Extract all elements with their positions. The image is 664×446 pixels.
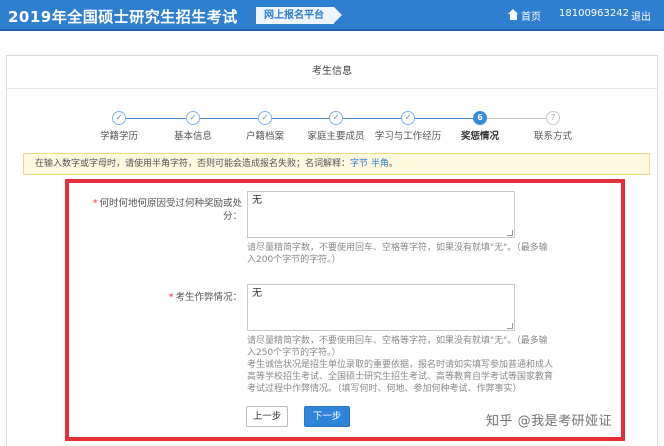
step-7-number: 7 (546, 111, 560, 125)
step-2-check-icon: ✓ (186, 111, 200, 125)
panel-title: 考生信息 (7, 56, 657, 89)
step-connector (272, 118, 329, 119)
step-label-awards: 奖惩情况 (460, 131, 500, 142)
user-phone: 18100963242 (559, 8, 629, 19)
watermark: 知乎 @我是考研娅证 (486, 414, 613, 429)
step-3-check-icon: ✓ (258, 111, 272, 125)
term-byte-link[interactable]: 字节 (350, 159, 368, 169)
step-4-check-icon: ✓ (329, 111, 343, 125)
site-title: 2019年全国硕士研究生招生考试 (8, 8, 238, 26)
step-connector (200, 118, 258, 119)
nav-home-link[interactable]: 首页 (508, 8, 541, 23)
progress-steps: ✓ ✓ ✓ ✓ ✓ 6 7 学籍学历 基本信息 户籍档案 家庭主要成员 学习与工… (7, 111, 659, 142)
logout-link[interactable]: 退出 (631, 8, 651, 23)
step-label-contact: 联系方式 (533, 131, 573, 142)
notice-end: 。 (388, 159, 398, 169)
step-connector (343, 118, 401, 119)
step-1-check-icon: ✓ (112, 111, 126, 125)
nav-home-label: 首页 (521, 12, 541, 23)
step-label-experience[interactable]: 学习与工作经历 (375, 128, 442, 142)
term-halfwidth-link[interactable]: 半角 (371, 159, 389, 169)
step-label-education[interactable]: 学籍学历 (100, 128, 138, 142)
step-label-family[interactable]: 家庭主要成员 (307, 128, 364, 142)
step-5-check-icon: ✓ (401, 111, 415, 125)
step-connector (487, 118, 546, 119)
notice-text: 在输入数字或字母时，请使用半角字符，否则可能会造成报名失败；名词解释： (35, 159, 351, 169)
step-connector (415, 118, 473, 119)
step-label-household[interactable]: 户籍档案 (246, 128, 284, 142)
halfwidth-notice: 在输入数字或字母时，请使用半角字符，否则可能会造成报名失败；名词解释：字节 半角… (23, 153, 650, 175)
platform-badge: 网上报名平台 (256, 7, 342, 24)
top-bar: 2019年全国硕士研究生招生考试 网上报名平台 首页 18100963242 退… (0, 0, 664, 31)
step-label-basic-info[interactable]: 基本信息 (174, 128, 212, 142)
highlight-frame (65, 179, 625, 441)
step-6-number: 6 (473, 111, 487, 125)
home-icon (508, 9, 518, 21)
step-connector (126, 118, 186, 119)
